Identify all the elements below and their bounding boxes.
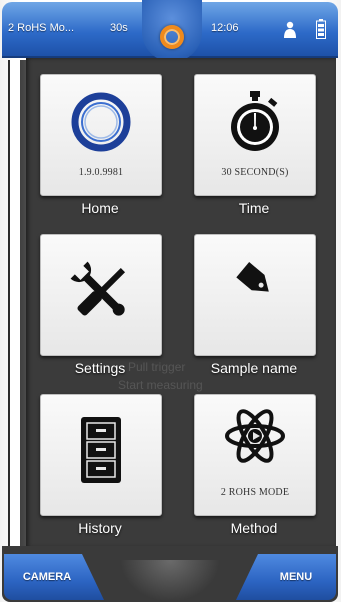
battery-icon	[316, 19, 326, 39]
stopwatch-icon	[195, 87, 315, 157]
settings-tile[interactable]	[40, 234, 162, 356]
tag-icon	[195, 245, 315, 315]
wrench-screwdriver-icon	[41, 257, 161, 327]
timer-indicator: 30s	[110, 22, 128, 34]
ring-logo-icon	[41, 87, 161, 157]
measurement-time: 30 SECOND(S)	[221, 167, 289, 178]
bottom-center-notch	[120, 560, 220, 602]
home-tile[interactable]: 1.9.0.9981	[40, 74, 162, 196]
clock: 12:06	[211, 22, 239, 34]
time-tile-label: Time	[238, 200, 270, 216]
home-tile-label: Home	[81, 200, 119, 216]
sample-name-tile-label: Sample name	[210, 360, 298, 376]
history-tile[interactable]	[40, 394, 162, 516]
atom-icon	[195, 401, 315, 471]
mode-indicator: 2 RoHS Mo...	[8, 22, 75, 34]
method-value: 2 ROHS MODE	[220, 487, 290, 498]
firmware-version: 1.9.0.9981	[78, 167, 124, 178]
user-icon	[284, 21, 296, 38]
sample-name-tile[interactable]	[194, 234, 316, 356]
settings-tile-label: Settings	[74, 360, 126, 376]
hint-line-2: Start measuring	[118, 378, 203, 392]
scroll-track[interactable]	[10, 60, 20, 546]
time-tile[interactable]: 30 SECOND(S)	[194, 74, 316, 196]
status-dial-icon	[160, 25, 184, 49]
method-tile[interactable]: 2 ROHS MODE	[194, 394, 316, 516]
method-tile-label: Method	[230, 520, 278, 536]
file-cabinet-icon	[41, 415, 161, 485]
history-tile-label: History	[78, 520, 122, 536]
